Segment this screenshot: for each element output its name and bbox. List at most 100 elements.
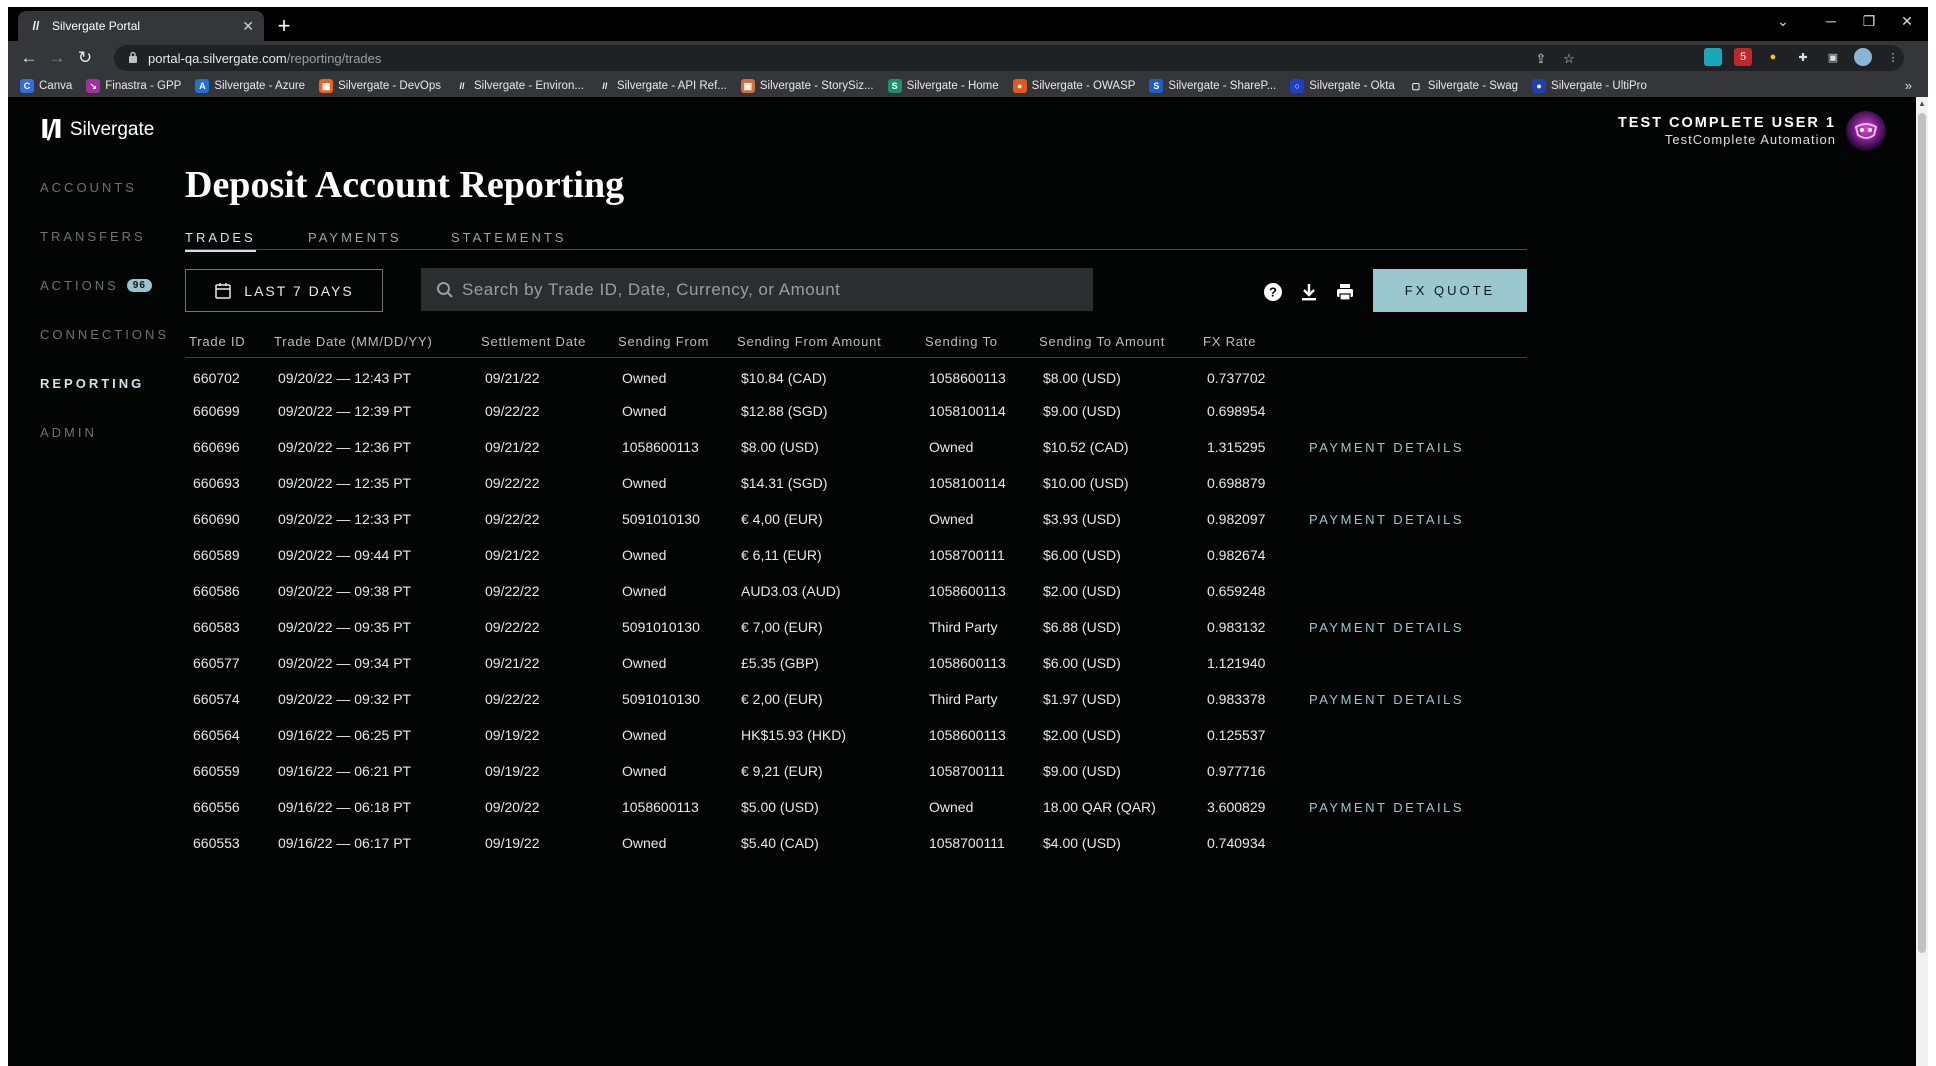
trade-date-cell: 09/20/22 — 12:33 PT xyxy=(278,511,412,527)
forward-button[interactable]: → xyxy=(46,47,68,69)
table-row[interactable]: 660693 09/20/22 — 12:35 PT 09/22/22 Owned $1… xyxy=(185,465,1527,501)
bookmark-item[interactable]: ↘ Finastra - GPP xyxy=(86,79,181,93)
extension-badge-icon[interactable]: 5 xyxy=(1734,48,1752,66)
column-header[interactable]: Sending From Amount xyxy=(733,334,921,358)
reload-button[interactable]: ↻ xyxy=(74,47,96,69)
tab-trades[interactable]: TRADES xyxy=(185,230,256,252)
bookmark-item[interactable]: ▣ Silvergate - StorySiz... xyxy=(740,79,874,93)
new-tab-button[interactable]: + xyxy=(272,15,296,39)
avatar[interactable] xyxy=(1846,111,1886,151)
column-header[interactable]: Trade Date (MM/DD/YY) xyxy=(270,334,477,358)
back-button[interactable]: ← xyxy=(18,47,40,69)
print-icon[interactable] xyxy=(1335,282,1355,302)
close-tab-icon[interactable]: ✕ xyxy=(242,18,254,35)
close-window-button[interactable]: ✕ xyxy=(1892,13,1922,30)
sending-from-cell: Owned xyxy=(622,403,667,419)
table-row[interactable]: 660553 09/16/22 — 06:17 PT 09/19/22 Owned $5… xyxy=(185,825,1527,861)
column-header[interactable]: Sending To Amount xyxy=(1035,334,1199,358)
payment-details-link[interactable]: PAYMENT DETAILS xyxy=(1309,800,1464,815)
table-row[interactable]: 660574 09/20/22 — 09:32 PT 09/22/22 5091010… xyxy=(185,681,1527,717)
payment-details-link[interactable]: PAYMENT DETAILS xyxy=(1309,620,1464,635)
table-row[interactable]: 660583 09/20/22 — 09:35 PT 09/22/22 5091010… xyxy=(185,609,1527,645)
settlement-date-cell: 09/22/22 xyxy=(485,619,540,635)
table-row[interactable]: 660586 09/20/22 — 09:38 PT 09/22/22 Owned AU… xyxy=(185,573,1527,609)
extension-bulb-icon[interactable]: ● xyxy=(1764,48,1782,66)
bookmark-item[interactable]: ▦ Silvergate - DevOps xyxy=(319,79,441,93)
sidebar-item-accounts[interactable]: ACCOUNTS xyxy=(40,163,169,212)
bookmark-item[interactable]: ● Silvergate - OWASP xyxy=(1012,79,1135,93)
help-icon[interactable]: ? xyxy=(1263,282,1283,302)
table-row[interactable]: 660690 09/20/22 — 12:33 PT 09/22/22 5091010… xyxy=(185,501,1527,537)
tab-statements[interactable]: STATEMENTS xyxy=(451,230,566,250)
payment-details-link[interactable]: PAYMENT DETAILS xyxy=(1309,512,1464,527)
actions-cell xyxy=(1301,753,1527,789)
bookmark-star-icon[interactable]: ☆ xyxy=(1560,50,1578,68)
bookmark-item[interactable]: C Canva xyxy=(20,79,72,93)
table-row[interactable]: 660702 09/20/22 — 12:43 PT 09/21/22 Owned $1… xyxy=(185,357,1527,393)
column-header[interactable]: Trade ID xyxy=(185,334,270,358)
sending-from-amount-cell: $5.00 (USD) xyxy=(741,799,819,815)
download-icon[interactable] xyxy=(1299,282,1319,302)
bookmark-item[interactable]: // Silvergate - API Ref... xyxy=(597,79,727,93)
bookmark-item[interactable]: ○ Silvergate - Okta xyxy=(1290,79,1395,93)
sidebar-item-reporting[interactable]: REPORTING xyxy=(40,359,169,408)
search-box[interactable] xyxy=(421,268,1093,311)
table-row[interactable]: 660559 09/16/22 — 06:21 PT 09/19/22 Owned € … xyxy=(185,753,1527,789)
sending-from-amount-cell: € 9,21 (EUR) xyxy=(741,763,823,779)
scroll-up-icon[interactable]: ▲ xyxy=(1916,99,1928,111)
restore-button[interactable]: ❐ xyxy=(1854,13,1884,30)
bookmark-item[interactable]: S Silvergate - ShareP... xyxy=(1149,79,1276,93)
sending-from-amount-cell: HK$15.93 (HKD) xyxy=(741,727,847,743)
profile-avatar-icon[interactable] xyxy=(1854,48,1872,66)
extension-icon[interactable] xyxy=(1704,48,1722,66)
tab-search-icon[interactable]: ⌄ xyxy=(1768,13,1798,30)
bookmark-item[interactable]: A Silvergate - Azure xyxy=(195,79,305,93)
tab-payments[interactable]: PAYMENTS xyxy=(308,230,402,250)
bookmark-item[interactable]: S Silvergate - Home xyxy=(887,79,999,93)
address-bar[interactable]: portal-qa.silvergate.com/reporting/trade… xyxy=(114,45,1904,71)
column-header[interactable]: Settlement Date xyxy=(477,334,614,358)
settlement-date-cell: 09/22/22 xyxy=(485,511,540,527)
payment-details-link[interactable]: PAYMENT DETAILS xyxy=(1309,440,1464,455)
table-row[interactable]: 660556 09/16/22 — 06:18 PT 09/20/22 1058600… xyxy=(185,789,1527,825)
share-icon[interactable]: ⇪ xyxy=(1532,50,1550,68)
settlement-date-cell: 09/20/22 xyxy=(485,799,540,815)
settlement-date-cell: 09/22/22 xyxy=(485,691,540,707)
sending-to-amount-cell: $4.00 (USD) xyxy=(1043,835,1121,851)
bookmark-favicon-icon: // xyxy=(454,79,469,93)
browser-tab[interactable]: // Silvergate Portal ✕ xyxy=(18,11,264,41)
table-row[interactable]: 660564 09/16/22 — 06:25 PT 09/19/22 Owned HK… xyxy=(185,717,1527,753)
table-row[interactable]: 660577 09/20/22 — 09:34 PT 09/21/22 Owned £5… xyxy=(185,645,1527,681)
calendar-icon xyxy=(215,282,232,299)
table-row[interactable]: 660696 09/20/22 — 12:36 PT 09/21/22 1058600… xyxy=(185,429,1527,465)
fx-quote-button[interactable]: FX QUOTE xyxy=(1373,269,1527,312)
sidebar-item-actions[interactable]: ACTIONS 96 xyxy=(40,261,169,310)
column-header[interactable]: Sending From xyxy=(614,334,733,358)
minimize-button[interactable]: ─ xyxy=(1816,13,1846,29)
fx-rate-cell: 0.737702 xyxy=(1207,370,1266,387)
silvergate-logo[interactable]: I/I Silvergate xyxy=(40,115,154,145)
search-input[interactable] xyxy=(462,279,1093,300)
bookmark-item[interactable]: ● Silvergate - UltiPro xyxy=(1532,79,1647,93)
column-header[interactable]: Sending To xyxy=(921,334,1035,358)
sidebar-item-admin[interactable]: ADMIN xyxy=(40,408,169,457)
more-bookmarks-icon[interactable]: » xyxy=(1905,78,1912,93)
side-panel-icon[interactable]: ▣ xyxy=(1824,48,1842,66)
bookmark-item[interactable]: ▢ Silvergate - Swag xyxy=(1408,79,1518,93)
payment-details-link[interactable]: PAYMENT DETAILS xyxy=(1309,692,1464,707)
date-range-button[interactable]: LAST 7 DAYS xyxy=(185,269,383,312)
extensions-puzzle-icon[interactable]: ✚ xyxy=(1794,48,1812,66)
browser-toolbar: ← → ↻ portal-qa.silvergate.com/reporting… xyxy=(8,41,1928,75)
sidebar-item-connections[interactable]: CONNECTIONS xyxy=(40,310,169,359)
table-row[interactable]: 660699 09/20/22 — 12:39 PT 09/22/22 Owned $1… xyxy=(185,393,1527,429)
scrollbar-thumb[interactable] xyxy=(1918,113,1926,953)
bookmark-item[interactable]: // Silvergate - Environ... xyxy=(454,79,584,93)
user-info[interactable]: TEST COMPLETE USER 1 TestComplete Automa… xyxy=(1618,115,1836,147)
sending-from-amount-cell: $14.31 (SGD) xyxy=(741,475,828,491)
browser-menu-icon[interactable]: ⋮ xyxy=(1884,48,1902,66)
column-header[interactable]: FX Rate xyxy=(1199,334,1301,358)
sidebar-item-transfers[interactable]: TRANSFERS xyxy=(40,212,169,261)
actions-cell: PAYMENT DETAILS xyxy=(1301,789,1527,825)
page-scrollbar[interactable]: ▲ xyxy=(1916,97,1928,1066)
table-row[interactable]: 660589 09/20/22 — 09:44 PT 09/21/22 Owned € … xyxy=(185,537,1527,573)
